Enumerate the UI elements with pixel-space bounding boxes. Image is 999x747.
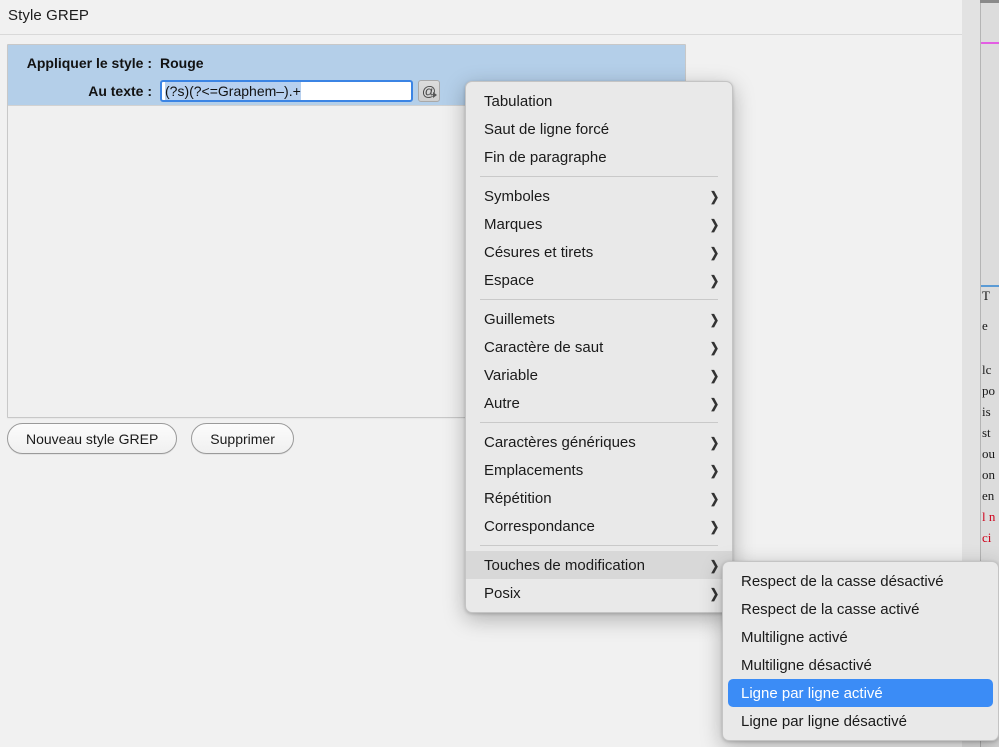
menu-separator	[480, 176, 718, 177]
submenu-item-label: Respect de la casse activé	[741, 600, 920, 618]
menu-separator	[480, 299, 718, 300]
blue-guide	[981, 285, 999, 287]
apply-style-row: Appliquer le style : Rouge	[8, 53, 685, 73]
menu-item[interactable]: Caractères génériques ❯	[466, 428, 732, 456]
menu-item-label: Saut de ligne forcé	[484, 120, 610, 138]
new-grep-style-button[interactable]: Nouveau style GREP	[7, 423, 178, 454]
grep-expression-value: (?s)(?<=Graphem–).+	[165, 82, 301, 100]
menu-item-label: Répétition	[484, 489, 552, 507]
menu-item[interactable]: Tabulation	[466, 87, 732, 115]
document-text-fragment: ci	[982, 530, 992, 545]
menu-item[interactable]: Saut de ligne forcé	[466, 115, 732, 143]
document-text-fragment: ou	[982, 446, 995, 461]
modifier-keys-submenu[interactable]: Respect de la casse désactivé Respect de …	[722, 561, 999, 741]
menu-item-label: Variable	[484, 366, 538, 384]
chevron-right-icon: ❯	[709, 188, 720, 204]
menu-item-label: Caractères génériques	[484, 433, 636, 451]
document-topbar	[980, 0, 999, 3]
submenu-item[interactable]: Ligne par ligne désactivé	[723, 707, 998, 735]
menu-item-label: Emplacements	[484, 461, 584, 479]
magenta-guide	[981, 42, 999, 44]
menu-item-label: Césures et tirets	[484, 243, 594, 261]
submenu-item-label: Multiligne activé	[741, 628, 848, 646]
document-text-fragment: is	[982, 404, 991, 419]
chevron-right-icon: ❯	[709, 434, 720, 450]
menu-item-label: Correspondance	[484, 517, 595, 535]
menu-item[interactable]: Variable ❯	[466, 361, 732, 389]
menu-separator	[480, 545, 718, 546]
menu-item[interactable]: Marques ❯	[466, 210, 732, 238]
document-text-fragment: l n	[982, 509, 996, 524]
chevron-right-icon: ❯	[709, 272, 720, 288]
chevron-right-icon: ❯	[709, 367, 720, 383]
apply-style-label: Appliquer le style :	[26, 55, 152, 71]
menu-item-label: Posix	[484, 584, 521, 602]
menu-item-label: Caractère de saut	[484, 338, 604, 356]
chevron-right-icon: ❯	[709, 395, 720, 411]
page-title: Style GREP	[8, 7, 90, 24]
submenu-item[interactable]: Ligne par ligne activé	[728, 679, 993, 707]
menu-item[interactable]: Fin de paragraphe	[466, 143, 732, 171]
menu-item[interactable]: Symboles ❯	[466, 182, 732, 210]
menu-item[interactable]: Césures et tirets ❯	[466, 238, 732, 266]
menu-item[interactable]: Guillemets ❯	[466, 305, 732, 333]
submenu-item[interactable]: Multiligne désactivé	[723, 651, 998, 679]
menu-item[interactable]: Posix ❯	[466, 579, 732, 607]
menu-item[interactable]: Correspondance ❯	[466, 512, 732, 540]
at-sign-icon[interactable]: @	[418, 80, 440, 102]
apply-style-value: Rouge	[160, 55, 204, 71]
chevron-right-icon: ❯	[709, 339, 720, 355]
menu-item-label: Symboles	[484, 187, 550, 205]
chevron-right-icon: ❯	[709, 490, 720, 506]
menu-item-label: Fin de paragraphe	[484, 148, 607, 166]
document-text-fragment: e	[982, 318, 988, 333]
document-text-fragment: on	[982, 467, 995, 482]
title-divider	[0, 34, 962, 35]
grep-expression-input[interactable]: (?s)(?<=Graphem–).+	[160, 80, 413, 102]
app-root: Telcpoisstouonenl ncib Style GREP Appliq…	[0, 0, 999, 747]
menu-item-label: Touches de modification	[484, 556, 645, 574]
submenu-item[interactable]: Respect de la casse activé	[723, 595, 998, 623]
chevron-right-icon: ❯	[709, 585, 720, 601]
menu-separator	[480, 422, 718, 423]
delete-button[interactable]: Supprimer	[191, 423, 294, 454]
menu-item-label: Autre	[484, 394, 520, 412]
menu-item[interactable]: Espace ❯	[466, 266, 732, 294]
submenu-item[interactable]: Multiligne activé	[723, 623, 998, 651]
menu-item[interactable]: Répétition ❯	[466, 484, 732, 512]
chevron-right-icon: ❯	[709, 518, 720, 534]
menu-item-label: Tabulation	[484, 92, 553, 110]
menu-item-label: Guillemets	[484, 310, 555, 328]
chevron-down-icon	[433, 92, 437, 98]
submenu-item-label: Ligne par ligne désactivé	[741, 712, 907, 730]
submenu-item[interactable]: Respect de la casse désactivé	[723, 567, 998, 595]
document-text-fragment: lc	[982, 362, 992, 377]
submenu-item-label: Ligne par ligne activé	[741, 684, 883, 702]
to-text-label: Au texte :	[88, 83, 152, 99]
submenu-item-label: Respect de la casse désactivé	[741, 572, 944, 590]
document-text-fragment: st	[982, 425, 991, 440]
submenu-item-label: Multiligne désactivé	[741, 656, 872, 674]
menu-item[interactable]: Caractère de saut ❯	[466, 333, 732, 361]
menu-item[interactable]: Emplacements ❯	[466, 456, 732, 484]
menu-item-label: Marques	[484, 215, 543, 233]
document-text-fragment: en	[982, 488, 995, 503]
panel-actions: Nouveau style GREP Supprimer	[7, 423, 294, 454]
menu-item[interactable]: Touches de modification ❯	[466, 551, 732, 579]
menu-item-label: Espace	[484, 271, 535, 289]
chevron-right-icon: ❯	[709, 311, 720, 327]
chevron-right-icon: ❯	[709, 216, 720, 232]
document-text-fragment: T	[982, 288, 990, 303]
chevron-right-icon: ❯	[709, 462, 720, 478]
chevron-right-icon: ❯	[709, 557, 720, 573]
special-characters-menu[interactable]: Tabulation Saut de ligne forcé Fin de para…	[465, 81, 733, 613]
document-text-fragment: po	[982, 383, 995, 398]
chevron-right-icon: ❯	[709, 244, 720, 260]
menu-item[interactable]: Autre ❯	[466, 389, 732, 417]
